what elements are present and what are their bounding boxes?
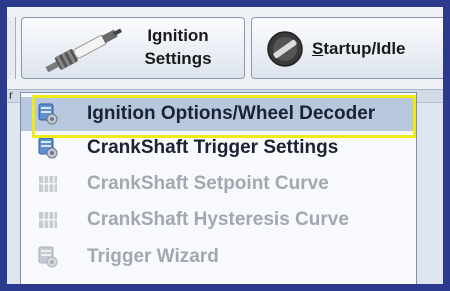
startup-idle-label: Startup/Idle xyxy=(312,37,406,60)
menu-item-trigger-wizard: Trigger Wizard xyxy=(21,240,416,274)
curve-table-icon xyxy=(39,176,57,192)
settings-dialog-icon xyxy=(38,137,58,159)
menu-item-crankshaft-hysteresis-curve: CrankShaft Hysteresis Curve xyxy=(21,203,416,237)
ignition-label-line2: Settings xyxy=(144,49,212,68)
curve-table-icon xyxy=(39,212,57,228)
app-content: Ignition Settings Startup/Idle r Ignitio… xyxy=(7,7,443,284)
menu-item-label: Trigger Wizard xyxy=(87,246,219,267)
toolbar: Ignition Settings Startup/Idle xyxy=(7,7,443,90)
menu-item-label: CrankShaft Setpoint Curve xyxy=(87,173,329,194)
menu-item-label: CrankShaft Trigger Settings xyxy=(87,137,339,158)
ignition-label-line1: Ignition xyxy=(147,26,209,45)
startup-mnemonic: S xyxy=(312,39,324,58)
menu-item-crankshaft-setpoint-curve: CrankShaft Setpoint Curve xyxy=(21,167,416,201)
ignition-settings-label: Ignition Settings xyxy=(132,24,224,70)
startup-label-rest: tartup/Idle xyxy=(323,39,406,58)
highlight-annotation-box xyxy=(32,95,416,138)
toolbar-left-edge xyxy=(7,17,16,79)
header-fragment: r xyxy=(9,88,13,102)
ignition-settings-button[interactable]: Ignition Settings xyxy=(21,17,245,79)
settings-dialog-icon xyxy=(38,246,58,268)
spark-plug-icon xyxy=(45,28,123,72)
startup-idle-button[interactable]: Startup/Idle xyxy=(251,17,443,79)
menu-item-label: CrankShaft Hysteresis Curve xyxy=(87,209,349,230)
dial-knob-icon xyxy=(267,31,303,67)
